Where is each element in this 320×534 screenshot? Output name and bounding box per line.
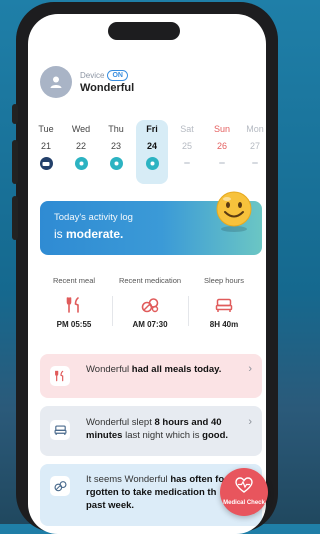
medication-summary-text: It seems Wonderful has often fo rgotten … (86, 473, 226, 512)
camera-notch (108, 22, 180, 40)
day-sat[interactable]: Sat 25 (173, 123, 201, 164)
stat-label: Sleep hours (203, 275, 245, 285)
day-mon[interactable]: Mon 27 (241, 123, 266, 164)
bed-icon (50, 420, 70, 440)
fork-knife-icon (66, 297, 79, 313)
medical-check-button[interactable]: Medical Check (220, 468, 268, 516)
card-highlight: good. (202, 430, 229, 441)
sleep-summary-card[interactable]: Wonderful slept 8 hours and 40 minutes l… (40, 406, 262, 456)
activity-level-value: moderate. (66, 227, 124, 241)
day-date: 27 (249, 141, 260, 151)
profile-header[interactable]: Device ON Wonderful (40, 66, 134, 98)
day-name: Sun (213, 124, 230, 134)
phone-side-button (12, 196, 18, 240)
stat-value: PM 05:55 (56, 320, 92, 329)
day-empty-mark (252, 162, 258, 164)
day-sun[interactable]: Sun 26 (208, 123, 236, 164)
card-highlight: had all meals today. (131, 364, 222, 375)
day-wed[interactable]: Wed 22 (67, 123, 95, 170)
divider (112, 296, 113, 326)
day-date: 23 (110, 141, 121, 151)
chevron-right-icon: › (248, 416, 252, 428)
device-status-badge: ON (107, 70, 128, 81)
medical-check-label: Medical Check (223, 500, 265, 506)
card-text: last night which is (122, 430, 203, 441)
user-icon (50, 76, 62, 88)
stat-value: 8H 40m (209, 320, 239, 329)
day-status-icon (39, 157, 53, 170)
day-status-icon (145, 157, 159, 170)
day-date: 24 (146, 141, 157, 151)
day-name: Tue (38, 124, 54, 134)
smiley-icon (216, 191, 252, 232)
day-empty-mark (184, 162, 190, 164)
activity-log-banner[interactable]: Today's activity log is moderate. (40, 191, 262, 255)
activity-title: Today's activity log (54, 212, 133, 223)
stat-recent-medication[interactable]: Recent medication AM 07:30 (114, 270, 186, 330)
day-tue[interactable]: Tue 21 (32, 123, 60, 170)
stat-sleep-hours[interactable]: Sleep hours 8H 40m (188, 270, 260, 330)
stats-row: Recent meal PM 05:55 Recent medication A… (38, 270, 258, 338)
activity-level: is moderate. (54, 227, 123, 241)
day-name: Mon (246, 124, 264, 134)
card-text: Wonderful (86, 364, 132, 375)
day-status-icon (109, 157, 123, 170)
pills-icon (141, 298, 159, 313)
day-date: 25 (181, 141, 192, 151)
day-name: Fri (146, 124, 158, 134)
sleep-summary-text: Wonderful slept 8 hours and 40 minutes l… (86, 416, 236, 442)
day-thu[interactable]: Thu 23 (102, 123, 130, 170)
stat-label: Recent meal (52, 275, 96, 285)
stat-recent-meal[interactable]: Recent meal PM 05:55 (38, 270, 110, 330)
device-label: Device (80, 71, 105, 80)
day-status-icon (74, 157, 88, 170)
card-text: It seems Wonderful (86, 474, 171, 485)
day-name: Sat (180, 124, 194, 134)
card-text: Wonderful slept (86, 417, 155, 428)
phone-side-button (12, 140, 18, 184)
phone-side-button (12, 104, 18, 124)
day-name: Thu (108, 124, 124, 134)
stat-value: AM 07:30 (132, 320, 168, 329)
bed-icon (215, 298, 233, 312)
fork-knife-icon (50, 366, 70, 386)
day-fri[interactable]: Fri 24 (138, 123, 166, 170)
meal-summary-card[interactable]: Wonderful had all meals today. › (40, 354, 262, 398)
week-calendar: Tue 21 Wed 22 Thu 23 Fri 24 Sat 25 Sun 2… (32, 120, 266, 185)
app-screen: Device ON Wonderful Tue 21 Wed 22 Thu 23 (28, 14, 266, 534)
day-date: 21 (40, 141, 51, 151)
day-name: Wed (71, 124, 91, 134)
day-date: 26 (216, 141, 227, 151)
day-date: 22 (75, 141, 86, 151)
activity-level-prefix: is (54, 227, 63, 241)
chevron-right-icon: › (248, 363, 252, 375)
avatar[interactable] (40, 66, 72, 98)
heart-pulse-icon (235, 477, 253, 493)
meal-summary-text: Wonderful had all meals today. (86, 363, 236, 376)
stat-label: Recent medication (118, 275, 182, 285)
pills-icon (50, 476, 70, 496)
user-name: Wonderful (80, 82, 135, 94)
day-empty-mark (219, 162, 225, 164)
